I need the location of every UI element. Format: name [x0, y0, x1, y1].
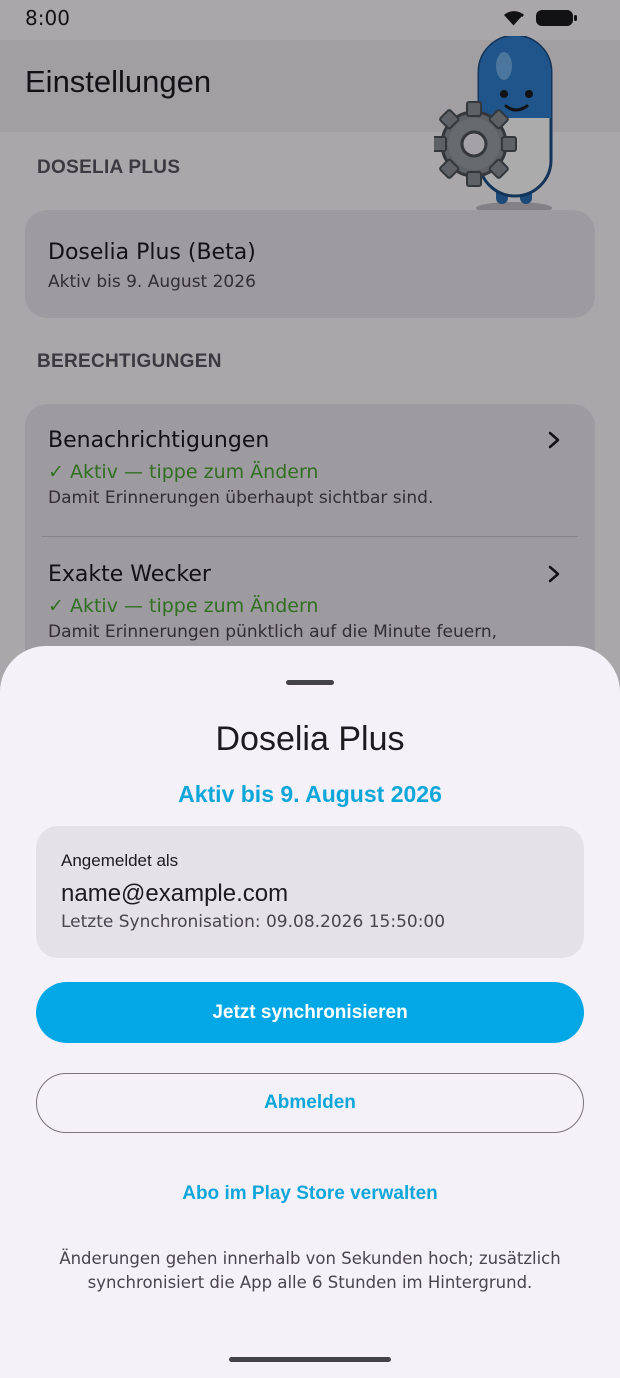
drag-handle[interactable] [286, 680, 334, 685]
account-label: Angemeldet als [61, 851, 179, 870]
sync-footnote: Änderungen gehen innerhalb von Sekunden … [59, 1249, 561, 1292]
account-info-box: Angemeldet als name@example.com Letzte S… [36, 826, 584, 958]
gesture-bar [229, 1357, 391, 1362]
account-email: name@example.com [61, 880, 289, 907]
bottom-sheet: Doselia Plus Aktiv bis 9. August 2026 An… [0, 646, 620, 1378]
last-sync-text: Letzte Synchronisation: 09.08.2026 15:50… [61, 912, 446, 932]
logout-button[interactable]: Abmelden [36, 1073, 584, 1133]
sheet-title: Doselia Plus [215, 720, 405, 758]
sync-now-button[interactable]: Jetzt synchronisieren [36, 982, 584, 1043]
sheet-subtitle: Aktiv bis 9. August 2026 [178, 781, 442, 807]
settings-screen: 8:00 Einstellungen DOSELIA PLUS Doselia … [0, 0, 620, 1378]
manage-subscription-link[interactable]: Abo im Play Store verwalten [0, 1183, 620, 1205]
